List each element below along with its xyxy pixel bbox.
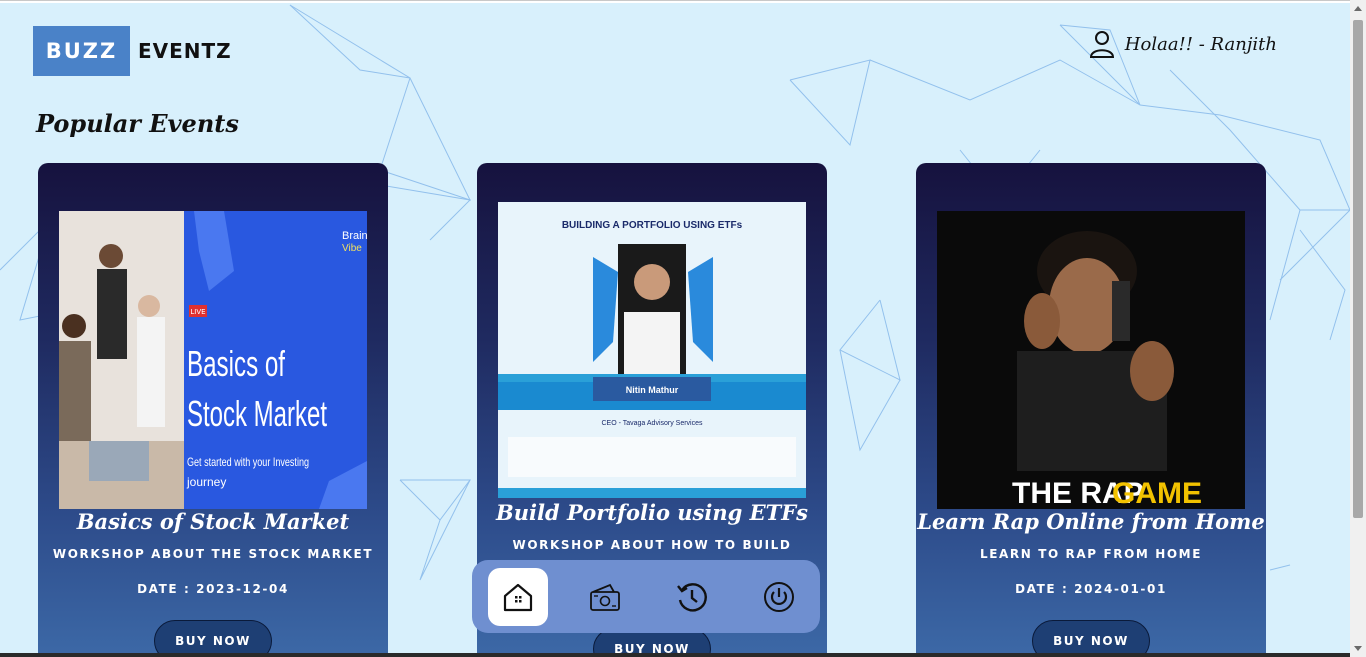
home-icon [503,583,533,612]
history-icon [677,583,707,612]
brand-logo[interactable]: BUZZ EVENTZ [33,26,232,76]
user-greeting[interactable]: Holaa!! - Ranjith [1089,30,1277,58]
nav-wallet-button[interactable] [575,568,635,626]
poster-heading-1: Basics of [187,343,286,384]
event-card[interactable]: LIVE Basics of Stock Market Get started … [38,163,388,657]
poster-heading-2: Stock Market [187,393,327,434]
poster-brand-2: Vibe [342,243,362,254]
buy-now-button[interactable]: BUY NOW [1032,620,1150,657]
scrollbar-thumb[interactable] [1353,20,1363,518]
event-title: Build Portfolio using ETFs [496,500,808,525]
event-title: Learn Rap Online from Home [917,509,1265,534]
event-description: WORKSHOP ABOUT THE STOCK MARKET [52,547,374,561]
buy-now-button[interactable]: BUY NOW [154,620,272,657]
nav-logout-button[interactable] [749,568,809,626]
poster-subtitle-2: journey [186,475,226,489]
brand-logo-text: EVENTZ [138,39,232,63]
user-icon [1089,31,1114,58]
wallet-icon [590,583,620,611]
event-poster-image[interactable]: BUILDING A PORTFOLIO USING ETFs Nitin Ma… [498,202,806,498]
event-poster-image[interactable]: THE RAP GAME [937,211,1245,509]
bottom-nav-dock [472,560,820,633]
poster-heading: BUILDING A PORTFOLIO USING ETFs [562,220,743,231]
poster-speaker-role: CEO - Tavaga Advisory Services [601,420,703,427]
poster-live-badge: LIVE [190,308,205,316]
event-title: Basics of Stock Market [76,509,350,534]
brand-logo-box: BUZZ [33,26,130,76]
event-poster-image[interactable]: LIVE Basics of Stock Market Get started … [59,211,367,509]
greeting-text: Holaa!! - Ranjith [1124,33,1277,55]
poster-heading-2: GAME [1112,477,1202,509]
power-icon [764,582,794,612]
poster-subtitle-1: Get started with your Investing [187,455,309,469]
vertical-scrollbar[interactable] [1350,0,1366,657]
poster-speaker-name: Nitin Mathur [626,385,679,395]
event-description: LEARN TO RAP FROM HOME [980,547,1202,561]
horizontal-scrollbar-edge [0,653,1350,657]
section-title: Popular Events [36,109,239,138]
event-card[interactable]: THE RAP GAME Learn Rap Online from Home … [916,163,1266,657]
nav-home-button[interactable] [488,568,548,626]
scroll-down-arrow-icon[interactable] [1354,646,1362,651]
poster-brand-1: Brain [342,230,367,242]
scroll-up-arrow-icon[interactable] [1354,6,1362,11]
nav-history-button[interactable] [662,568,722,626]
event-date: DATE : 2024-01-01 [1015,582,1167,596]
event-date: DATE : 2023-12-04 [137,582,289,596]
browser-top-edge [0,0,1366,3]
event-description: WORKSHOP ABOUT HOW TO BUILD [512,538,792,552]
